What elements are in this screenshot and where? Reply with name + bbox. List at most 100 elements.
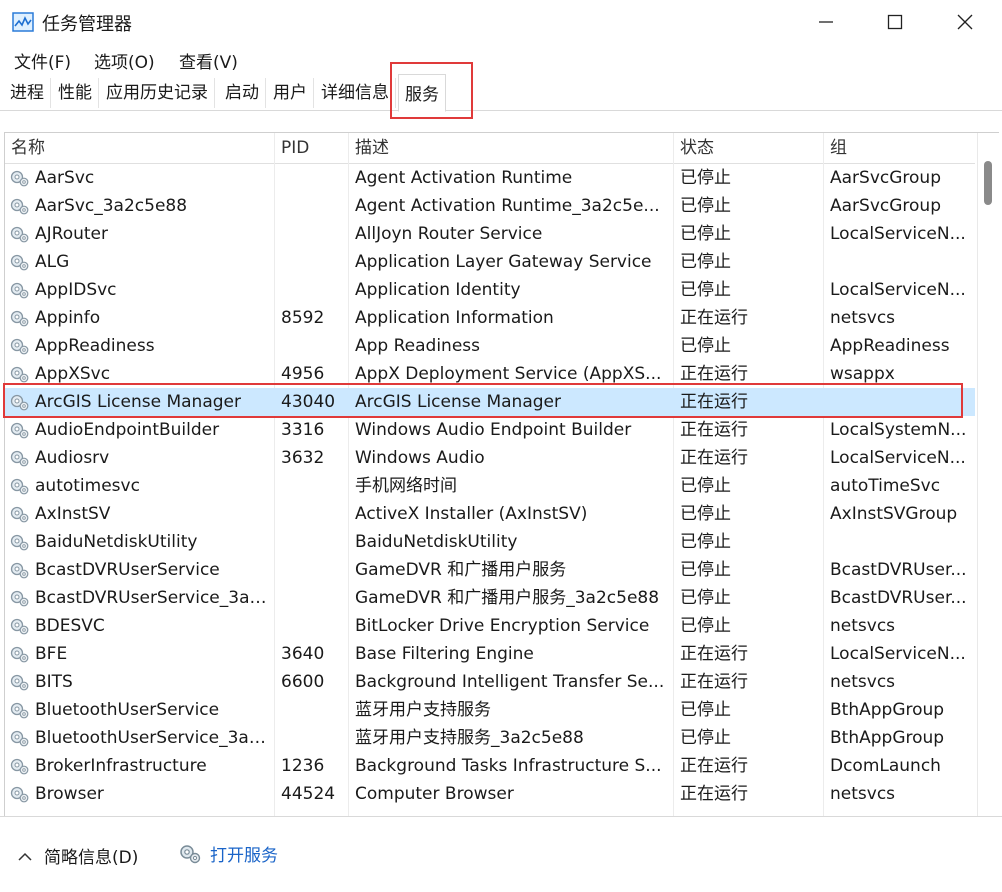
table-row[interactable]: BaiduNetdiskUtility BaiduNetdiskUtility 已停… (5, 528, 975, 556)
open-services-link[interactable]: 打开服务 (178, 841, 278, 866)
service-group: wsappx (830, 364, 895, 384)
tab-bar: 进程 性能 应用历史记录 启动 用户 详细信息 服务 (0, 74, 1002, 112)
table-row[interactable]: AppIDSvc Application Identity 已停止 LocalServ… (5, 276, 975, 304)
service-group: netsvcs (830, 616, 896, 636)
service-group: AxInstSVGroup (830, 504, 958, 524)
table-row[interactable]: ALG Application Layer Gateway Service 已停止 (5, 248, 975, 276)
service-name: Audiosrv (35, 448, 110, 468)
fewer-details-label: 简略信息(D) (44, 848, 139, 868)
menu-file[interactable]: 文件(F) (12, 48, 73, 73)
service-pid: 3632 (281, 448, 325, 468)
maximize-button[interactable] (865, 4, 925, 40)
service-status: 已停止 (680, 728, 731, 748)
service-name: Appinfo (35, 308, 101, 328)
service-name: AJRouter (35, 224, 108, 244)
column-header-name[interactable]: 名称 (5, 133, 275, 163)
table-row[interactable]: AppXSvc 4956 AppX Deployment Service (AppX… (5, 360, 975, 388)
table-row[interactable]: AxInstSV ActiveX Installer (AxInstSV) 已停止 A… (5, 500, 975, 528)
table-row[interactable]: AarSvc_3a2c5e88 Agent Activation Runtime_… (5, 192, 975, 220)
table-row[interactable]: AudioEndpointBuilder 3316 Windows Audio En… (5, 416, 975, 444)
service-pid: 8592 (281, 308, 325, 328)
table-row[interactable]: AppReadiness App Readiness 已停止 AppReadiness (5, 332, 975, 360)
table-row[interactable]: BFE 3640 Base Filtering Engine 正在运行 LocalSer… (5, 640, 975, 668)
service-rows: AarSvc Agent Activation Runtime 已停止 AarSvcG… (5, 164, 975, 808)
service-name: ArcGIS License Manager (35, 392, 241, 412)
tab-details[interactable]: 详细信息 (315, 78, 396, 108)
service-status: 已停止 (680, 560, 731, 580)
column-header-description[interactable]: 描述 (349, 133, 674, 163)
service-gear-icon (10, 786, 29, 803)
tab-services[interactable]: 服务 (398, 74, 446, 112)
service-group: netsvcs (830, 672, 896, 692)
service-gear-icon (10, 170, 29, 187)
service-description: Background Intelligent Transfer Se... (355, 672, 665, 692)
menu-view[interactable]: 查看(V) (177, 48, 240, 73)
table-row[interactable]: AJRouter AllJoyn Router Service 已停止 LocalSe… (5, 220, 975, 248)
service-description: 蓝牙用户支持服务_3a2c5e88 (355, 728, 584, 748)
service-pid (275, 584, 349, 612)
service-gear-icon (10, 534, 29, 551)
vertical-scrollbar[interactable] (977, 133, 999, 817)
service-group: netsvcs (830, 784, 896, 804)
table-row[interactable]: BluetoothUserService_3a2... 蓝牙用户支持服务_3a2c… (5, 724, 975, 752)
service-gear-icon (10, 730, 29, 747)
table-row[interactable]: Appinfo 8592 Application Information 正在运行 ne… (5, 304, 975, 332)
service-description: Application Information (355, 308, 554, 328)
close-button[interactable] (935, 4, 995, 40)
service-group: BthAppGroup (830, 728, 945, 748)
service-pid (275, 248, 349, 276)
service-description: Base Filtering Engine (355, 644, 534, 664)
service-pid (275, 332, 349, 360)
table-row[interactable]: BcastDVRUserService_3a2... GameDVR 和广播用户服… (5, 584, 975, 612)
table-row[interactable]: BluetoothUserService 蓝牙用户支持服务 已停止 BthAppGro… (5, 696, 975, 724)
service-group (824, 388, 975, 416)
scrollbar-thumb[interactable] (984, 161, 992, 205)
table-row[interactable]: BcastDVRUserService GameDVR 和广播用户服务 已停止 Bca… (5, 556, 975, 584)
tab-startup[interactable]: 启动 (219, 78, 266, 108)
minimize-button[interactable] (796, 4, 856, 40)
service-status: 正在运行 (680, 672, 748, 692)
service-status: 正在运行 (680, 364, 748, 384)
column-header-group[interactable]: 组 (824, 133, 975, 163)
service-group: LocalServiceN... (830, 224, 966, 244)
menu-options[interactable]: 选项(O) (92, 48, 157, 73)
table-row[interactable]: BITS 6600 Background Intelligent Transfer … (5, 668, 975, 696)
service-gear-icon (10, 422, 29, 439)
service-pid (275, 612, 349, 640)
service-group (824, 528, 975, 556)
fewer-details-button[interactable]: 简略信息(D) (18, 843, 138, 868)
service-pid: 4956 (281, 364, 325, 384)
service-status: 已停止 (680, 280, 731, 300)
service-description: GameDVR 和广播用户服务 (355, 560, 567, 580)
chevron-up-icon (18, 852, 32, 861)
service-name: BDESVC (35, 616, 105, 636)
service-pid (275, 472, 349, 500)
service-gear-icon (10, 674, 29, 691)
service-group: AarSvcGroup (830, 168, 941, 188)
tab-performance[interactable]: 性能 (52, 78, 99, 108)
service-description: Application Identity (355, 280, 521, 300)
service-status: 正在运行 (680, 756, 748, 776)
service-status: 已停止 (680, 588, 731, 608)
service-description: AppX Deployment Service (AppXS... (355, 364, 662, 384)
table-row[interactable]: Browser 44524 Computer Browser 正在运行 netsvcs (5, 780, 975, 808)
service-group: netsvcs (830, 308, 896, 328)
service-pid: 1236 (281, 756, 325, 776)
tab-processes[interactable]: 进程 (4, 78, 51, 108)
table-row[interactable]: BrokerInfrastructure 1236 Background Tasks… (5, 752, 975, 780)
table-row[interactable]: Audiosrv 3632 Windows Audio 正在运行 LocalServic… (5, 444, 975, 472)
service-pid (275, 276, 349, 304)
service-name: BaiduNetdiskUtility (35, 532, 198, 552)
table-row[interactable]: AarSvc Agent Activation Runtime 已停止 AarSvcG… (5, 164, 975, 192)
column-header-pid[interactable]: PID (275, 133, 349, 163)
table-row[interactable]: ArcGIS License Manager 43040 ArcGIS Licens… (5, 388, 975, 416)
service-group: LocalServiceN... (830, 280, 966, 300)
footer-bar: 简略信息(D) 打开服务 (0, 816, 1002, 892)
table-row[interactable]: autotimesvc 手机网络时间 已停止 autoTimeSvc (5, 472, 975, 500)
service-gear-icon (10, 366, 29, 383)
tab-users[interactable]: 用户 (267, 78, 314, 108)
column-header-status[interactable]: 状态 (674, 133, 824, 163)
service-name: AxInstSV (35, 504, 111, 524)
tab-app-history[interactable]: 应用历史记录 (100, 78, 215, 108)
table-row[interactable]: BDESVC BitLocker Drive Encryption Service… (5, 612, 975, 640)
